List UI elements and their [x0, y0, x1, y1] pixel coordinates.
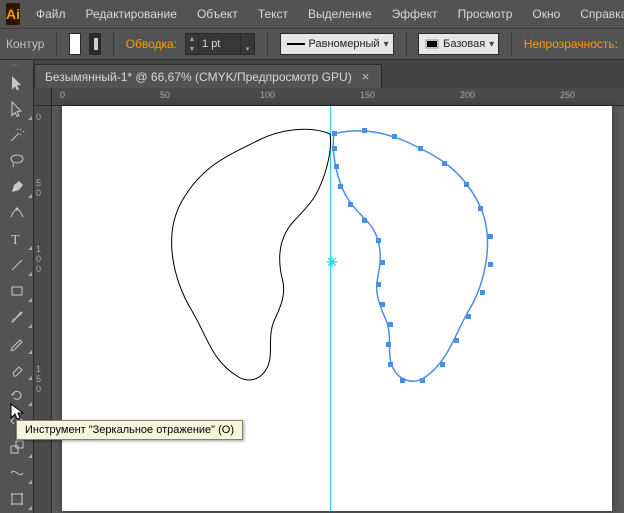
- profile-icon: [425, 39, 439, 49]
- stepper-arrows-icon[interactable]: ▲▼: [185, 33, 199, 55]
- document-title: Безымянный-1* @ 66,67% (CMYK/Предпросмот…: [45, 70, 352, 84]
- close-icon[interactable]: ×: [360, 69, 372, 84]
- opacity-label[interactable]: Непрозрачность:: [524, 37, 618, 51]
- selection-tool[interactable]: [0, 70, 34, 96]
- line-tool[interactable]: [0, 252, 34, 278]
- path-right-selected[interactable]: [333, 131, 487, 381]
- ruler-tick: 150: [36, 364, 50, 394]
- free-transform-tool[interactable]: [0, 486, 34, 512]
- pen-tool[interactable]: [0, 174, 34, 200]
- chevron-down-icon[interactable]: ▾: [241, 33, 255, 55]
- menu-select[interactable]: Выделение: [300, 3, 380, 25]
- stroke-profile-dropdown[interactable]: Базовая ▾: [418, 33, 499, 55]
- menu-edit[interactable]: Редактирование: [78, 3, 185, 25]
- divider: [56, 32, 57, 56]
- stroke-cap-value: Равномерный: [309, 38, 380, 50]
- stroke-swatch[interactable]: [89, 33, 101, 55]
- menu-type[interactable]: Текст: [250, 3, 296, 25]
- curvature-tool[interactable]: [0, 200, 34, 226]
- menu-effect[interactable]: Эффект: [384, 3, 446, 25]
- menu-bar: Ai Файл Редактирование Объект Текст Выде…: [0, 0, 624, 28]
- line-icon: [287, 43, 305, 45]
- ruler-tick: 0: [60, 90, 65, 100]
- artwork: [62, 106, 612, 511]
- path-left[interactable]: [172, 129, 331, 380]
- menu-object[interactable]: Объект: [189, 3, 246, 25]
- width-tool[interactable]: [0, 460, 34, 486]
- direct-selection-tool[interactable]: [0, 96, 34, 122]
- svg-text:T: T: [11, 233, 20, 247]
- divider: [267, 32, 268, 56]
- ruler-tick: 100: [36, 244, 50, 274]
- divider: [113, 32, 114, 56]
- eraser-tool[interactable]: [0, 356, 34, 382]
- chevron-down-icon: ▾: [489, 39, 494, 50]
- ruler-tick: 50: [160, 90, 170, 100]
- fill-swatch[interactable]: [69, 33, 81, 55]
- selection-type-label: Контур: [6, 37, 44, 51]
- stroke-profile-value: Базовая: [443, 38, 485, 50]
- ruler-tick: 150: [360, 90, 375, 100]
- type-tool[interactable]: T: [0, 226, 34, 252]
- menu-help[interactable]: Справка: [572, 3, 624, 25]
- menu-view[interactable]: Просмотр: [450, 3, 521, 25]
- menu-file[interactable]: Файл: [28, 3, 74, 25]
- ruler-tick: 100: [260, 90, 275, 100]
- ruler-horizontal[interactable]: 0 50 100 150 200 250: [52, 88, 624, 106]
- ruler-tick: 200: [460, 90, 475, 100]
- stroke-weight-input[interactable]: [199, 33, 241, 55]
- stroke-cap-dropdown[interactable]: Равномерный ▾: [280, 33, 394, 55]
- magic-wand-tool[interactable]: [0, 122, 34, 148]
- stroke-label[interactable]: Обводка:: [126, 37, 177, 51]
- paintbrush-tool[interactable]: [0, 304, 34, 330]
- pencil-tool[interactable]: [0, 330, 34, 356]
- ruler-tick: 50: [36, 178, 50, 198]
- panel-grabber-icon[interactable]: ⋯: [0, 60, 33, 70]
- ruler-vertical[interactable]: 0 50 100 150: [34, 106, 52, 513]
- anchor-points[interactable]: [332, 128, 493, 383]
- divider: [406, 32, 407, 56]
- menu-window[interactable]: Окно: [524, 3, 568, 25]
- control-bar: Контур Обводка: ▲▼ ▾ Равномерный ▾ Базов…: [0, 28, 624, 60]
- divider: [511, 32, 512, 56]
- toolbox: ⋯ T: [0, 60, 34, 513]
- ruler-tick: 0: [36, 112, 50, 122]
- app-logo: Ai: [6, 3, 20, 25]
- tool-tooltip: Инструмент "Зеркальное отражение" (O): [16, 420, 243, 440]
- work-area: 0 50 100 150 200 250 0 50 100 150 ✳: [34, 88, 624, 513]
- rectangle-tool[interactable]: [0, 278, 34, 304]
- stroke-weight-stepper[interactable]: ▲▼ ▾: [185, 33, 255, 55]
- ruler-tick: 250: [560, 90, 575, 100]
- artboard[interactable]: ✳: [62, 106, 612, 511]
- ruler-origin[interactable]: [34, 88, 52, 106]
- chevron-down-icon: ▾: [384, 39, 389, 50]
- document-tab[interactable]: Безымянный-1* @ 66,67% (CMYK/Предпросмот…: [34, 64, 382, 88]
- mouse-cursor-icon: [10, 403, 26, 426]
- lasso-tool[interactable]: [0, 148, 34, 174]
- document-tab-strip: Безымянный-1* @ 66,67% (CMYK/Предпросмот…: [34, 60, 624, 88]
